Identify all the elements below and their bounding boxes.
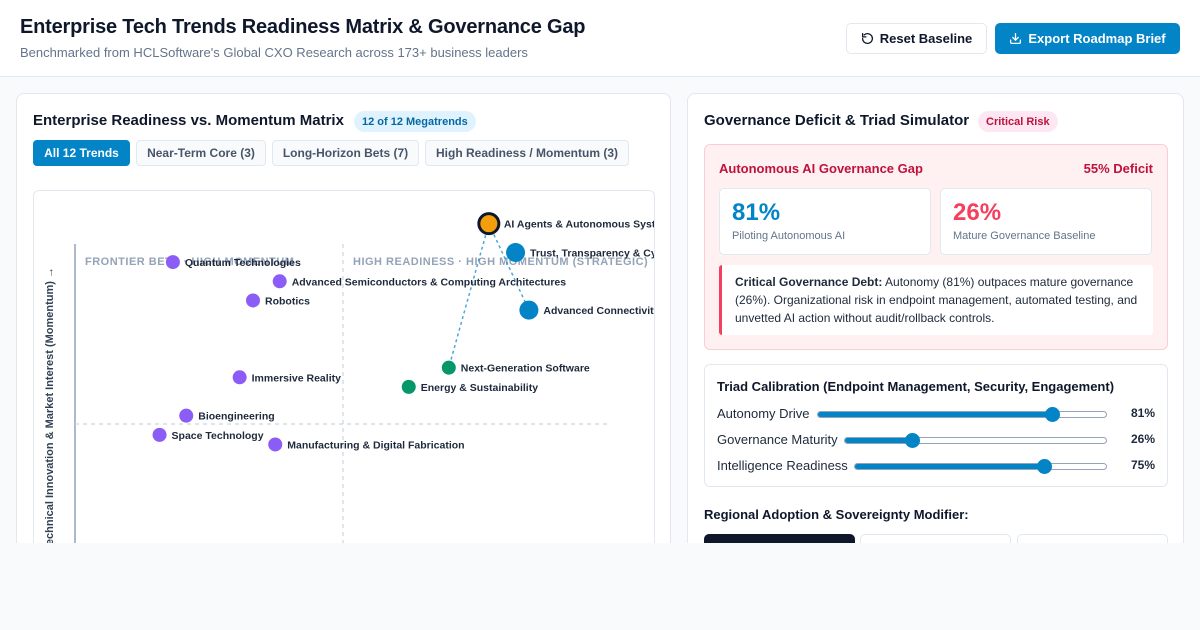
triad-calibration-panel: Triad Calibration (Endpoint Management, … [704,364,1168,487]
slider-track[interactable] [817,411,1107,418]
debt-label: Critical Governance Debt: [735,275,883,289]
trend-point[interactable]: Advanced Connectivity [519,300,654,320]
trend-point[interactable]: AI Agents & Autonomous Systems [477,212,654,236]
download-icon [1010,32,1022,45]
trend-point-marker[interactable] [179,408,194,423]
reset-baseline-button[interactable]: Reset Baseline [846,23,987,54]
stat-mature-label: Mature Governance Baseline [953,230,1096,242]
page-title: Enterprise Tech Trends Readiness Matrix … [20,16,586,38]
trend-point[interactable]: Next-Generation Software [441,360,590,375]
stat-mature: 26% Mature Governance Baseline [940,188,1152,255]
deficit-value: 55% Deficit [1083,161,1153,176]
critical-risk-badge: Critical Risk [978,111,1058,132]
trend-point-label: Space Technology [172,430,264,442]
export-roadmap-label: Export Roadmap Brief [1028,31,1166,46]
y-axis-label: Technical Innovation & Market Interest (… [44,267,56,550]
triad-title: Triad Calibration (Endpoint Management, … [717,379,1115,394]
trend-point-label: Advanced Connectivity [543,305,654,317]
page-subtitle: Benchmarked from HCLSoftware's Global CX… [20,45,528,60]
trend-point-marker[interactable] [401,379,416,394]
trend-point-label: Manufacturing & Digital Fabrication [287,439,464,451]
stat-piloting-label: Piloting Autonomous AI [732,230,846,242]
trend-points: AI Agents & Autonomous Systems Trust, Tra… [152,212,654,452]
trend-point-label: Quantum Technologies [185,257,301,269]
trend-point[interactable]: Bioengineering [179,408,275,423]
trend-point-label: Trust, Transparency & Cybersecurity [530,247,654,259]
page-bottom-fill [0,543,1200,630]
slider-thumb[interactable] [1044,407,1060,422]
matrix-card: Enterprise Readiness vs. Momentum Matrix… [16,93,671,563]
slider-fill [845,438,913,443]
trend-point-label: Next-Generation Software [461,363,590,375]
stat-piloting: 81% Piloting Autonomous AI [719,188,931,255]
slider-fill [855,464,1044,469]
slider-autonomy-drive: Autonomy Drive 81% [717,405,1155,423]
governance-debt-callout: Critical Governance Debt: Autonomy (81%)… [719,265,1153,335]
matrix-title: Enterprise Readiness vs. Momentum Matrix [33,112,344,129]
trend-point-marker[interactable] [477,212,501,236]
governance-gap-panel: Autonomous AI Governance Gap 55% Deficit… [704,144,1168,350]
filter-high-readiness[interactable]: High Readiness / Momentum (3) [425,140,629,166]
trend-point[interactable]: Quantum Technologies [165,255,301,270]
filter-long-horizon-bets[interactable]: Long-Horizon Bets (7) [272,140,419,166]
trend-point-marker[interactable] [268,437,283,452]
slider-label: Autonomy Drive [717,406,810,421]
trend-point-marker[interactable] [246,293,260,308]
slider-label: Governance Maturity [717,432,838,447]
slider-value: 26% [1130,432,1155,446]
governance-title: Governance Deficit & Triad Simulator [704,112,970,129]
app-header: Enterprise Tech Trends Readiness Matrix … [0,0,1200,77]
slider-track[interactable] [854,463,1107,470]
trend-point[interactable]: Space Technology [152,427,264,442]
export-roadmap-button[interactable]: Export Roadmap Brief [995,23,1180,54]
slider-track[interactable] [844,437,1107,444]
trend-point[interactable]: Advanced Semiconductors & Computing Arch… [272,274,567,289]
trend-point[interactable]: Energy & Sustainability [401,379,538,394]
trend-point-marker[interactable] [519,300,539,320]
trend-point-marker[interactable] [441,360,456,375]
reset-icon [861,32,873,44]
slider-label: Intelligence Readiness [717,458,848,473]
trend-point[interactable]: Manufacturing & Digital Fabrication [268,437,465,452]
filter-near-term-core[interactable]: Near-Term Core (3) [136,140,266,166]
trend-point-marker[interactable] [506,242,526,262]
trend-point-label: Robotics [265,295,310,307]
slider-value: 75% [1130,458,1155,472]
slider-fill [818,412,1052,417]
trend-point-marker[interactable] [165,255,180,270]
trend-link [448,223,490,368]
trend-point-label: AI Agents & Autonomous Systems [504,219,654,231]
trend-point-marker[interactable] [232,370,247,385]
gap-title: Autonomous AI Governance Gap [719,161,923,176]
governance-card: Governance Deficit & Triad Simulator Cri… [687,93,1184,564]
slider-thumb[interactable] [905,433,921,448]
slider-value: 81% [1130,406,1155,420]
trend-point-label: Advanced Semiconductors & Computing Arch… [292,276,567,288]
scatter-plot: FRONTIER BETS · HIGH MOMENTUM HIGH READI… [44,212,654,550]
trend-point-label: Energy & Sustainability [421,382,538,394]
reset-baseline-label: Reset Baseline [879,31,973,46]
matrix-chart: FRONTIER BETS · HIGH MOMENTUM HIGH READI… [33,190,655,550]
stat-mature-value: 26% [953,199,1002,226]
region-modifier-title: Regional Adoption & Sovereignty Modifier… [704,507,969,522]
megatrend-count-badge: 12 of 12 Megatrends [354,111,476,132]
trend-point[interactable]: Immersive Reality [232,370,341,385]
filter-label: All 12 Trends [44,146,119,160]
trend-point-marker[interactable] [152,427,167,442]
filter-label: High Readiness / Momentum (3) [435,146,619,160]
trend-point-marker[interactable] [272,274,287,289]
trend-point-label: Immersive Reality [252,372,341,384]
trend-point[interactable]: Robotics [246,293,310,308]
stat-piloting-value: 81% [732,199,781,226]
slider-intelligence-readiness: Intelligence Readiness 75% [717,457,1155,475]
filter-label: Near-Term Core (3) [147,146,255,160]
filter-label: Long-Horizon Bets (7) [282,146,409,160]
slider-thumb[interactable] [1036,459,1052,474]
filter-all-trends[interactable]: All 12 Trends [33,140,130,166]
slider-governance-maturity: Governance Maturity 26% [717,431,1155,449]
trend-point-label: Bioengineering [198,411,274,423]
